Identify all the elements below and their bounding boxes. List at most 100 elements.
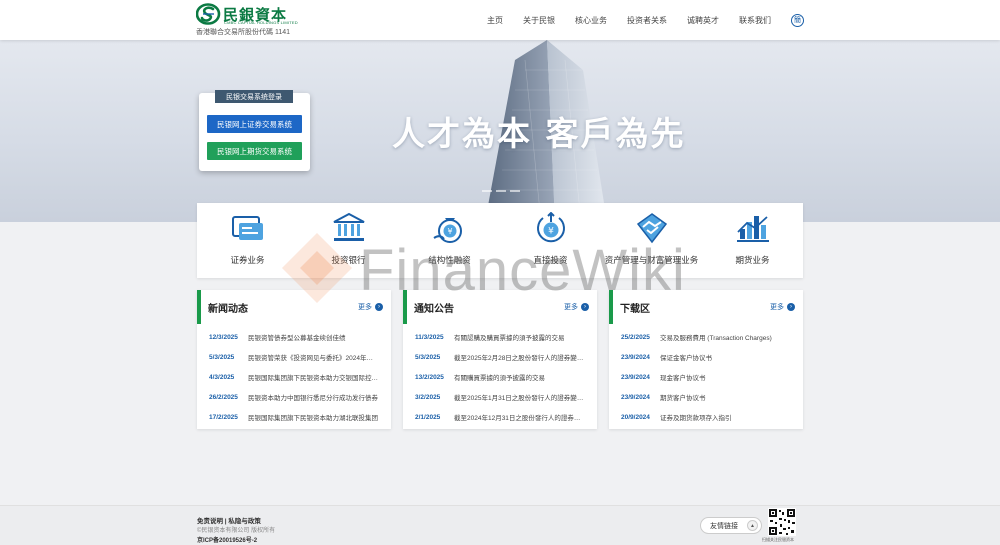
stock-code: 香港聯合交易所股份代碼 1141: [196, 29, 290, 36]
item-date: 23/9/2024: [621, 373, 650, 381]
logo-english-name: CMBC CAPITAL HOLDINGS LIMITED: [224, 20, 298, 25]
list-item[interactable]: 5/3/2025 民银资管荣获《投资网见与委托》2024年度金牛奖: [197, 347, 391, 367]
list-item[interactable]: 23/9/2024 现金客户协议书: [609, 367, 803, 387]
nav-home[interactable]: 主页: [487, 15, 503, 26]
service-label: 证券业务: [230, 255, 265, 265]
service-label: 结构性融资: [428, 255, 471, 265]
item-title: 民银国际集团旗下民银资本助力湖北联投集团: [248, 415, 378, 422]
notices-more-link[interactable]: 更多 ›: [564, 302, 589, 312]
carousel-dot[interactable]: [510, 190, 520, 192]
nav-careers[interactable]: 诚聘英才: [687, 15, 719, 26]
list-item[interactable]: 13/2/2025 有關購買票據的須予披露的交易: [403, 367, 597, 387]
yuan-arrow-icon: ¥: [537, 212, 565, 243]
notices-panel: 通知公告 更多 › 11/3/2025 有關認購及購買票據的須予披露的交易 5/3…: [403, 290, 597, 429]
item-title: 民银资管荣获《投资网见与委托》2024年度金牛奖: [248, 355, 378, 362]
item-title: 有關認購及購買票據的須予披露的交易: [454, 335, 565, 342]
list-item[interactable]: 26/2/2025 民银资本助力中国银行悉尼分行成功发行债券: [197, 387, 391, 407]
item-title: 证券及期货款项存入指引: [660, 415, 732, 422]
service-investment-banking[interactable]: 投资银行: [298, 203, 399, 278]
panel-accent-bar: [403, 290, 407, 324]
list-item[interactable]: 2/1/2025 截至2024年12月31日之股份發行人的證券變動月報表: [403, 407, 597, 427]
item-date: 25/2/2025: [621, 333, 650, 341]
list-item[interactable]: 25/2/2025 交易及服務費用 (Transaction Charges): [609, 327, 803, 347]
service-securities[interactable]: 证券业务: [197, 203, 298, 278]
list-item[interactable]: 5/3/2025 截至2025年2月28日之股份發行人的證券變動月報表: [403, 347, 597, 367]
item-title: 有關購買票據的須予披露的交易: [454, 375, 545, 382]
site-header: 民銀資本 CMBC CAPITAL HOLDINGS LIMITED 香港聯合交…: [0, 0, 1000, 40]
securities-icon: [232, 216, 263, 240]
news-list: 12/3/2025 民银资管债券型公募基金续创佳绩 5/3/2025 民银资管荣获《…: [197, 327, 391, 427]
panel-accent-bar: [609, 290, 613, 324]
downloads-more-link[interactable]: 更多 ›: [770, 302, 795, 312]
item-date: 23/9/2024: [621, 393, 650, 401]
securities-trading-button[interactable]: 民银网上证券交易系统: [207, 115, 302, 133]
downloads-list: 25/2/2025 交易及服務費用 (Transaction Charges) 2…: [609, 327, 803, 427]
item-title: 民银资管债券型公募基金续创佳绩: [248, 335, 346, 342]
carousel-dot[interactable]: [482, 190, 492, 192]
more-label: 更多: [564, 304, 578, 311]
hero-banner: 人才為本 客戶為先: [0, 40, 1000, 222]
nav-core-business[interactable]: 核心业务: [575, 15, 607, 26]
service-structured-finance[interactable]: ¥ 结构性融资: [399, 203, 500, 278]
item-title: 交易及服務費用 (Transaction Charges): [660, 335, 772, 342]
service-asset-management[interactable]: 资产管理与财富管理业务: [601, 203, 702, 278]
friend-links-dropdown[interactable]: 友情链接 ▲: [700, 517, 762, 534]
futures-trading-button[interactable]: 民银网上期货交易系统: [207, 142, 302, 160]
item-title: 民银国际集团旗下民银资本助力交银国际控股有限公司: [248, 375, 378, 382]
item-title: 保证金客户协议书: [660, 355, 712, 362]
list-item[interactable]: 11/3/2025 有關認購及購買票據的須予披露的交易: [403, 327, 597, 347]
news-panel: 新闻动态 更多 › 12/3/2025 民银资管债券型公募基金续创佳绩 5/3/2…: [197, 290, 391, 429]
list-item[interactable]: 12/3/2025 民银资管债券型公募基金续创佳绩: [197, 327, 391, 347]
service-futures[interactable]: 期货业务: [702, 203, 803, 278]
nav-investor-relations[interactable]: 投资者关系: [627, 15, 667, 26]
item-date: 23/9/2024: [621, 353, 650, 361]
service-label: 直接投资: [533, 255, 568, 265]
handshake-icon: [636, 213, 668, 244]
service-direct-investment[interactable]: ¥ 直接投资: [500, 203, 601, 278]
list-item[interactable]: 3/2/2025 截至2025年1月31日之股份發行人的證券變動月報表: [403, 387, 597, 407]
nav-contact[interactable]: 联系我们: [739, 15, 771, 26]
news-more-link[interactable]: 更多 ›: [358, 302, 383, 312]
notices-list: 11/3/2025 有關認購及購買票據的須予披露的交易 5/3/2025 截至202…: [403, 327, 597, 427]
trading-login-box: 民银交易系统登录 民银网上证券交易系统 民银网上期货交易系统: [199, 90, 310, 171]
item-date: 17/2/2025: [209, 413, 238, 421]
item-title: 现金客户协议书: [660, 375, 706, 382]
panel-accent-bar: [197, 290, 201, 324]
downloads-panel-title: 下载区: [620, 304, 650, 315]
site-footer: 免责说明 | 私隐与政策 ©民银资本有限公司 版权所有 京ICP备2001952…: [0, 505, 1000, 545]
chevron-up-icon: ▲: [747, 520, 758, 531]
item-date: 5/3/2025: [209, 353, 235, 361]
item-date: 20/9/2024: [621, 413, 650, 421]
svg-text:¥: ¥: [447, 227, 452, 236]
footer-links[interactable]: 免责说明 | 私隐与政策: [197, 515, 261, 525]
list-item[interactable]: 23/9/2024 保证金客户协议书: [609, 347, 803, 367]
item-date: 26/2/2025: [209, 393, 238, 401]
chevron-right-icon: ›: [375, 303, 383, 311]
item-date: 2/1/2025: [415, 413, 441, 421]
item-date: 12/3/2025: [209, 333, 238, 341]
services-strip: 证券业务 投资银行 ¥ 结构性融资 ¥ 直接投资 资产管理与财富管理业务 期货业…: [197, 203, 803, 278]
list-item[interactable]: 17/2/2025 民银国际集团旗下民银资本助力湖北联投集团: [197, 407, 391, 427]
hero-slogan: 人才為本 客戶為先: [392, 114, 686, 153]
list-item[interactable]: 4/3/2025 民银国际集团旗下民银资本助力交银国际控股有限公司: [197, 367, 391, 387]
list-item[interactable]: 20/9/2024 证券及期货款项存入指引: [609, 407, 803, 427]
item-date: 4/3/2025: [209, 373, 235, 381]
footer-icp[interactable]: 京ICP备20019526号-2: [197, 535, 257, 544]
item-title: 截至2024年12月31日之股份發行人的證券變動月報表: [454, 415, 584, 422]
nav-about[interactable]: 关于民银: [523, 15, 555, 26]
bar-chart-icon: [737, 216, 769, 242]
item-title: 截至2025年1月31日之股份發行人的證券變動月報表: [454, 395, 584, 402]
cmbc-logo-icon: [196, 3, 221, 25]
carousel-dot[interactable]: [496, 190, 506, 192]
carousel-indicators[interactable]: [482, 190, 520, 192]
item-date: 3/2/2025: [415, 393, 441, 401]
language-switch-button[interactable]: 簡: [791, 13, 804, 27]
chevron-right-icon: ›: [787, 303, 795, 311]
item-date: 13/2/2025: [415, 373, 444, 381]
more-label: 更多: [770, 304, 784, 311]
service-label: 投资银行: [331, 255, 366, 265]
bank-building-icon: [333, 212, 365, 241]
service-label: 资产管理与财富管理业务: [604, 255, 699, 265]
notices-panel-title: 通知公告: [414, 304, 454, 315]
list-item[interactable]: 23/9/2024 期货客户协议书: [609, 387, 803, 407]
